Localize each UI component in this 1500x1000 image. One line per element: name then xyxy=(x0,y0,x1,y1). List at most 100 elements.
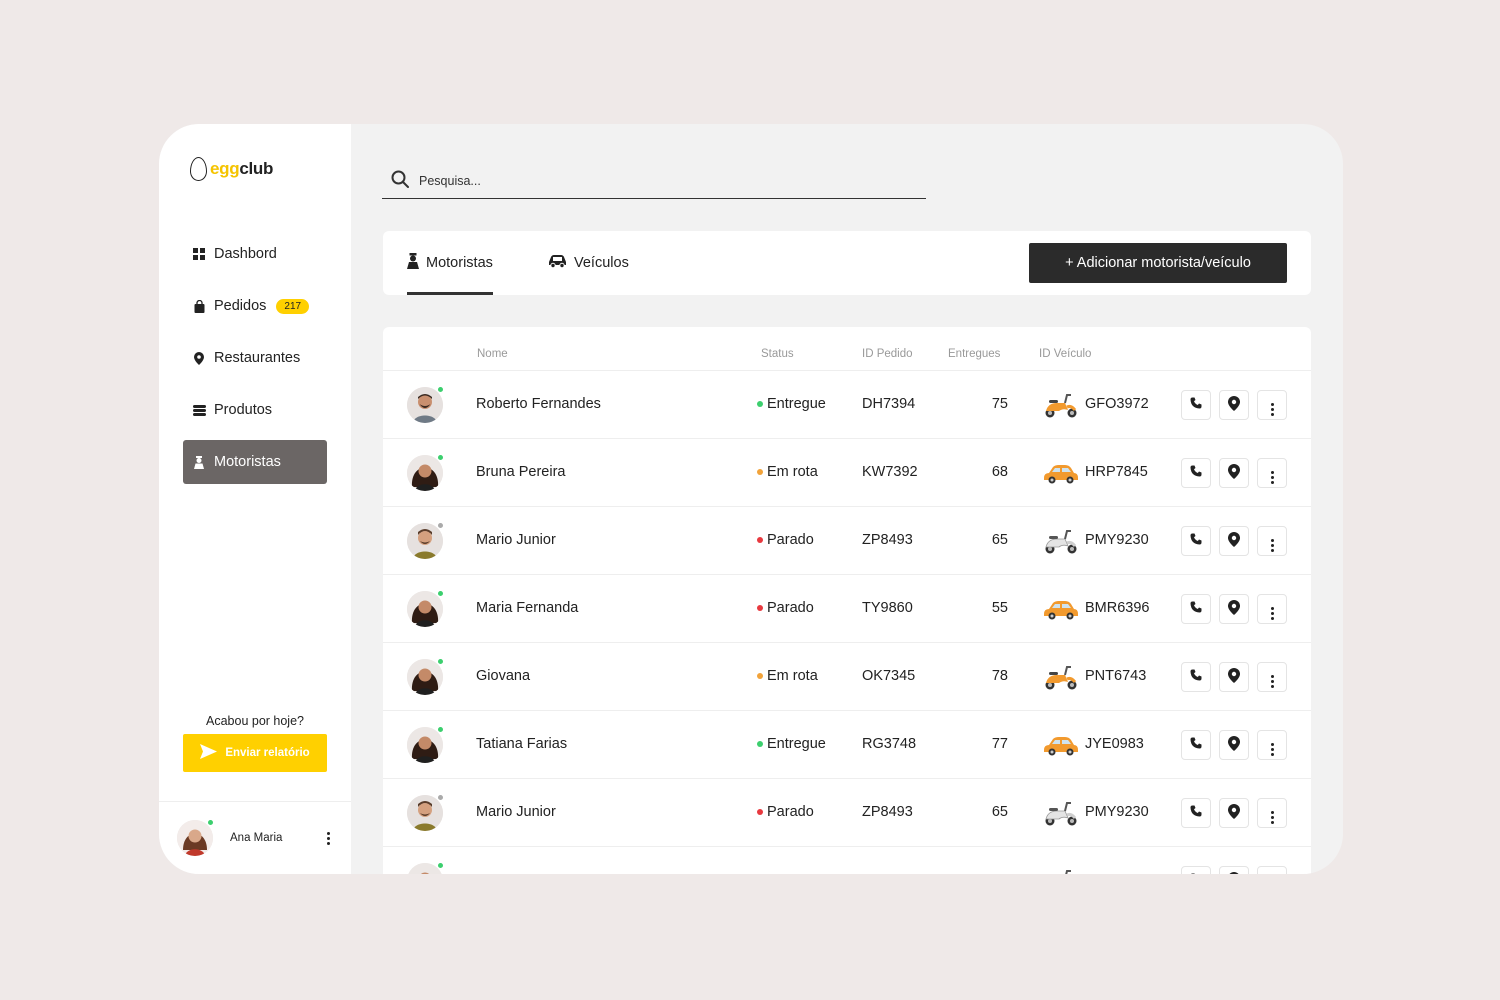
sidebar-item-restaurantes[interactable]: Restaurantes xyxy=(183,336,327,380)
send-report-label: Enviar relatório xyxy=(225,747,310,759)
driver-name: Roberto Fernandes xyxy=(476,396,601,412)
car-orange-icon xyxy=(1043,595,1079,623)
driver-avatar xyxy=(407,726,444,763)
online-status-dot xyxy=(437,522,444,529)
call-button[interactable] xyxy=(1181,730,1211,760)
status-cell: Parado xyxy=(757,600,814,616)
status-label: Entregue xyxy=(767,396,826,412)
more-options-button[interactable] xyxy=(1257,458,1287,488)
status-dot xyxy=(757,469,763,475)
table-header: Nome Status ID Pedido Entregues ID Veícu… xyxy=(383,327,1311,371)
status-cell: Entregue xyxy=(757,736,826,752)
sidebar-item-dashbord[interactable]: Dashbord xyxy=(183,232,327,276)
scooter-orange-icon xyxy=(1043,391,1079,419)
sidebar-item-label: Pedidos xyxy=(214,298,267,314)
more-options-button[interactable] xyxy=(1257,390,1287,420)
pin-icon xyxy=(1228,599,1240,619)
status-cell: Em rota xyxy=(757,464,818,480)
car-orange-icon xyxy=(1043,459,1079,487)
driver-name: Bruna Pereira xyxy=(476,464,566,480)
sidebar-item-label: Motoristas xyxy=(214,454,281,470)
delivered-count: 65 xyxy=(991,532,1008,548)
online-status-dot xyxy=(437,658,444,665)
more-options-button[interactable] xyxy=(1257,866,1287,874)
call-button[interactable] xyxy=(1181,798,1211,828)
vehicle-id: HRP7845 xyxy=(1085,464,1148,480)
online-status-dot xyxy=(207,819,214,826)
delivered-count: 77 xyxy=(991,736,1008,752)
more-options-icon xyxy=(1270,394,1274,416)
tab-motoristas[interactable]: Motoristas xyxy=(407,231,493,295)
driver-name: Maria Fernanda xyxy=(476,600,579,616)
call-button[interactable] xyxy=(1181,662,1211,692)
search-input[interactable] xyxy=(419,174,899,188)
locate-button[interactable] xyxy=(1219,594,1249,624)
more-options-button[interactable] xyxy=(1257,526,1287,556)
send-report-button[interactable]: Enviar relatório xyxy=(183,734,327,772)
sidebar-item-label: Dashbord xyxy=(214,246,277,262)
egg-logo-icon xyxy=(190,157,207,181)
more-options-button[interactable] xyxy=(1257,662,1287,692)
locate-button[interactable] xyxy=(1219,866,1249,874)
locate-button[interactable] xyxy=(1219,798,1249,828)
status-label: Parado xyxy=(767,532,814,548)
call-button[interactable] xyxy=(1181,458,1211,488)
status-label: Parado xyxy=(767,804,814,820)
driver-avatar xyxy=(407,386,444,423)
table-row[interactable]: Giovana Em rota OK7345 78 PNT6743 xyxy=(383,643,1311,711)
column-header-status[interactable]: Status xyxy=(761,348,794,360)
sidebar-item-motoristas[interactable]: Motoristas xyxy=(183,440,327,484)
table-row[interactable] xyxy=(383,847,1311,874)
column-header-vehicle-id[interactable]: ID Veículo xyxy=(1039,348,1091,360)
sidebar-divider xyxy=(159,801,351,802)
column-header-name[interactable]: Nome xyxy=(477,348,508,360)
locate-button[interactable] xyxy=(1219,458,1249,488)
more-options-icon[interactable] xyxy=(323,831,333,845)
order-id: TY9860 xyxy=(862,600,913,616)
status-label: Em rota xyxy=(767,464,818,480)
sidebar-item-produtos[interactable]: Produtos xyxy=(183,388,327,432)
call-button[interactable] xyxy=(1181,866,1211,874)
table-row[interactable]: Maria Fernanda Parado TY9860 55 BMR6396 xyxy=(383,575,1311,643)
more-options-icon xyxy=(1270,734,1274,756)
table-row[interactable]: Bruna Pereira Em rota KW7392 68 HRP7845 xyxy=(383,439,1311,507)
bag-icon xyxy=(192,299,206,313)
order-id: OK7345 xyxy=(862,668,916,684)
sidebar-item-pedidos[interactable]: Pedidos 217 xyxy=(183,284,327,328)
phone-icon xyxy=(1190,737,1202,753)
column-header-delivered[interactable]: Entregues xyxy=(948,348,1000,360)
driver-avatar xyxy=(407,522,444,559)
logo: eggclub xyxy=(190,157,273,181)
phone-icon xyxy=(1190,397,1202,413)
add-driver-vehicle-button[interactable]: + Adicionar motorista/veículo xyxy=(1029,243,1287,283)
column-header-order-id[interactable]: ID Pedido xyxy=(862,348,913,360)
driver-icon xyxy=(192,455,206,469)
more-options-button[interactable] xyxy=(1257,730,1287,760)
locate-button[interactable] xyxy=(1219,662,1249,692)
driver-avatar xyxy=(407,590,444,627)
sidebar: eggclub Dashbord Pedidos 217 Restaurante… xyxy=(159,124,351,874)
call-button[interactable] xyxy=(1181,594,1211,624)
call-button[interactable] xyxy=(1181,390,1211,420)
table-row[interactable]: Mario Junior Parado ZP8493 65 PMY9230 xyxy=(383,779,1311,847)
car-orange-icon xyxy=(1043,731,1079,759)
locate-button[interactable] xyxy=(1219,526,1249,556)
locate-button[interactable] xyxy=(1219,390,1249,420)
table-row[interactable]: Tatiana Farias Entregue RG3748 77 JYE0983 xyxy=(383,711,1311,779)
driver-name: Tatiana Farias xyxy=(476,736,568,752)
report-question: Acabou por hoje? xyxy=(206,714,304,728)
call-button[interactable] xyxy=(1181,526,1211,556)
locate-button[interactable] xyxy=(1219,730,1249,760)
table-row[interactable]: Mario Junior Parado ZP8493 65 PMY9230 xyxy=(383,507,1311,575)
more-options-button[interactable] xyxy=(1257,594,1287,624)
driver-name: Giovana xyxy=(476,668,531,684)
driver-name: Mario Junior xyxy=(476,532,556,548)
avatar[interactable] xyxy=(177,819,214,856)
pin-icon xyxy=(192,351,206,365)
pin-icon xyxy=(1228,667,1240,687)
pin-icon xyxy=(1228,531,1240,551)
more-options-button[interactable] xyxy=(1257,798,1287,828)
phone-icon xyxy=(1190,465,1202,481)
table-row[interactable]: Roberto Fernandes Entregue DH7394 75 GFO3972 xyxy=(383,371,1311,439)
tab-veiculos[interactable]: Veículos xyxy=(548,231,629,295)
